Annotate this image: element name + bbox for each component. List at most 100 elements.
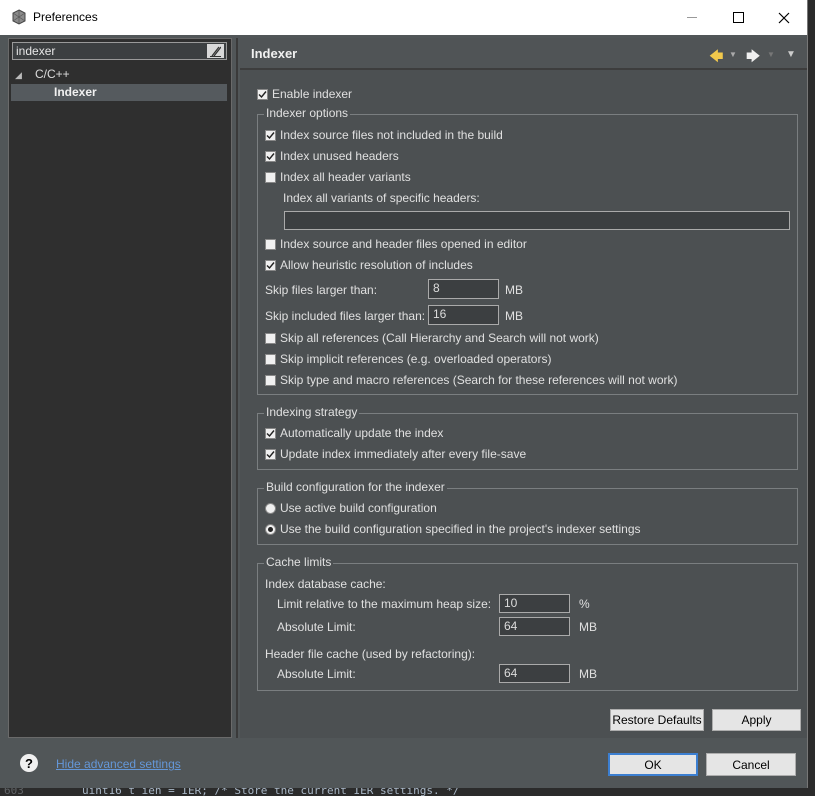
tree-item-cpp[interactable]: ◢ C/C++: [15, 66, 225, 83]
checkbox-label: Skip all references (Call Hierarchy and …: [280, 331, 599, 345]
specific-headers-input[interactable]: [284, 211, 790, 230]
skip-included-label: Skip included files larger than:: [265, 309, 426, 323]
update-on-save-checkbox[interactable]: Update index immediately after every fil…: [265, 447, 526, 461]
skip-included-input[interactable]: 16: [428, 305, 499, 325]
skip-larger-label: Skip files larger than:: [265, 283, 378, 297]
checkbox-label: Index all header variants: [280, 170, 411, 184]
index-opened-in-editor-checkbox[interactable]: Index source and header files opened in …: [265, 237, 527, 251]
forward-dropdown-icon[interactable]: ▼: [767, 50, 775, 59]
filter-box: [12, 42, 227, 60]
view-menu-icon[interactable]: ▼: [786, 49, 796, 60]
filter-input[interactable]: [16, 43, 201, 59]
group-legend: Cache limits: [264, 555, 334, 569]
clear-filter-button[interactable]: [207, 44, 224, 58]
indexing-strategy-group: Indexing strategy Automatically update t…: [257, 405, 798, 470]
index-source-not-in-build-checkbox[interactable]: Index source files not included in the b…: [265, 128, 503, 142]
index-unused-headers-checkbox[interactable]: Index unused headers: [265, 149, 399, 163]
skip-included-unit: MB: [505, 309, 523, 323]
checkbox-label: Automatically update the index: [280, 426, 444, 440]
checkbox-label: Index unused headers: [280, 149, 399, 163]
back-arrow-icon[interactable]: 🡄: [709, 46, 723, 70]
heuristic-includes-checkbox[interactable]: Allow heuristic resolution of includes: [265, 258, 473, 272]
limit-relative-input[interactable]: 10: [499, 594, 570, 613]
editor-background-strip: [807, 0, 815, 796]
maximize-icon: [732, 12, 744, 23]
help-icon[interactable]: ?: [20, 754, 38, 772]
group-legend: Build configuration for the indexer: [264, 480, 447, 494]
skip-implicit-references-checkbox[interactable]: Skip implicit references (e.g. overloade…: [265, 352, 551, 366]
checkbox-label: Allow heuristic resolution of includes: [280, 258, 473, 272]
radio-label: Use active build configuration: [280, 501, 437, 515]
db-absolute-unit: MB: [579, 620, 597, 634]
db-cache-label: Index database cache:: [265, 577, 386, 591]
expand-triangle-icon[interactable]: ◢: [15, 67, 25, 84]
limit-relative-label: Limit relative to the maximum heap size:: [277, 597, 492, 611]
checkbox-label: Index source files not included in the b…: [280, 128, 503, 142]
index-all-header-variants-checkbox[interactable]: Index all header variants: [265, 170, 411, 184]
eclipse-app-icon: [12, 9, 26, 25]
restore-defaults-button[interactable]: Restore Defaults: [610, 709, 704, 731]
close-button[interactable]: [761, 0, 807, 35]
db-absolute-label: Absolute Limit:: [277, 620, 356, 634]
checkbox-checked-icon: [265, 427, 276, 439]
pane-splitter[interactable]: [236, 38, 238, 738]
cancel-button[interactable]: Cancel: [706, 753, 796, 776]
skip-larger-input[interactable]: 8: [428, 279, 499, 299]
tree-item-indexer[interactable]: Indexer: [11, 84, 227, 101]
skip-larger-unit: MB: [505, 283, 523, 297]
checkbox-unchecked-icon: [265, 374, 276, 386]
window-title: Preferences: [33, 10, 98, 24]
group-legend: Indexing strategy: [264, 405, 360, 419]
minimize-button[interactable]: [669, 0, 715, 35]
preference-tree-pane: ◢ C/C++ Indexer: [8, 38, 232, 738]
header-absolute-unit: MB: [579, 667, 597, 681]
page-title: Indexer: [251, 46, 298, 61]
checkbox-checked-icon: [265, 259, 276, 271]
use-project-config-radio[interactable]: Use the build configuration specified in…: [265, 522, 641, 536]
cache-limits-group: Cache limits Index database cache: Limit…: [257, 555, 798, 691]
checkbox-unchecked-icon: [265, 353, 276, 365]
skip-all-references-checkbox[interactable]: Skip all references (Call Hierarchy and …: [265, 331, 599, 345]
eraser-icon: [210, 46, 221, 57]
indexer-options-group: Indexer options Index source files not i…: [257, 106, 798, 395]
radio-selected-icon: [265, 523, 276, 535]
checkbox-label: Enable indexer: [272, 87, 353, 101]
enable-indexer-checkbox[interactable]: Enable indexer: [257, 87, 352, 101]
back-dropdown-icon[interactable]: ▼: [729, 50, 737, 59]
use-active-config-radio[interactable]: Use active build configuration: [265, 501, 437, 515]
maximize-button[interactable]: [715, 0, 761, 35]
editor-background-code: 603 uint16_t ien = IER; /* Store the cur…: [0, 788, 815, 796]
specific-headers-label: Index all variants of specific headers:: [283, 191, 480, 205]
close-icon: [778, 12, 790, 23]
ok-button[interactable]: OK: [608, 753, 698, 776]
build-configuration-group: Build configuration for the indexer Use …: [257, 480, 798, 545]
checkbox-label: Skip type and macro references (Search f…: [280, 373, 678, 387]
page-header: Indexer 🡄 ▼ 🡆 ▼ ▼: [240, 38, 807, 68]
header-absolute-input[interactable]: 64: [499, 664, 570, 683]
header-cache-label: Header file cache (used by refactoring):: [265, 647, 476, 661]
skip-type-macro-references-checkbox[interactable]: Skip type and macro references (Search f…: [265, 373, 678, 387]
radio-label: Use the build configuration specified in…: [280, 522, 641, 536]
checkbox-unchecked-icon: [265, 171, 276, 183]
group-legend: Indexer options: [264, 106, 351, 120]
minimize-icon: [687, 17, 697, 18]
checkbox-label: Update index immediately after every fil…: [280, 447, 527, 461]
checkbox-label: Index source and header files opened in …: [280, 237, 527, 251]
title-bar[interactable]: Preferences: [0, 0, 807, 35]
checkbox-checked-icon: [257, 88, 268, 100]
apply-button[interactable]: Apply: [712, 709, 801, 731]
checkbox-checked-icon: [265, 129, 276, 141]
radio-unselected-icon: [265, 502, 276, 514]
forward-arrow-icon[interactable]: 🡆: [746, 46, 760, 70]
tree-item-label: C/C++: [35, 67, 70, 81]
limit-relative-unit: %: [579, 597, 590, 611]
checkbox-unchecked-icon: [265, 238, 276, 250]
tree-item-label: Indexer: [54, 85, 97, 99]
checkbox-label: Skip implicit references (e.g. overloade…: [280, 352, 552, 366]
editor-line-number: 603: [4, 788, 24, 796]
hide-advanced-settings-link[interactable]: Hide advanced settings: [56, 757, 181, 771]
db-absolute-input[interactable]: 64: [499, 617, 570, 636]
auto-update-index-checkbox[interactable]: Automatically update the index: [265, 426, 443, 440]
header-absolute-label: Absolute Limit:: [277, 667, 356, 681]
editor-code-line: uint16_t ien = IER; /* Store the current…: [82, 788, 460, 796]
